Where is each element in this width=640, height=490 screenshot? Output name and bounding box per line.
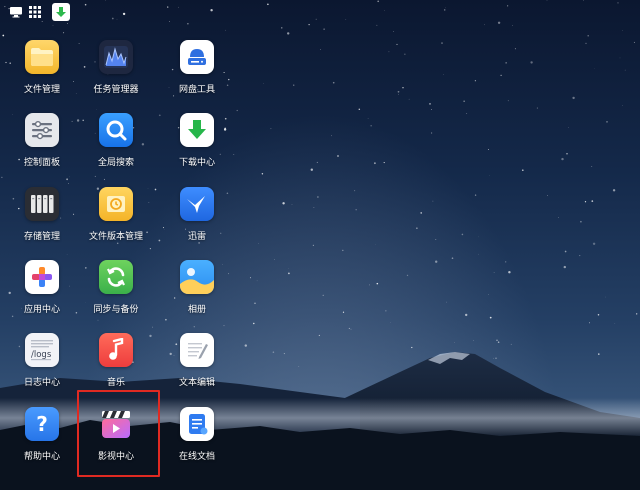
- app-label: 网盘工具: [178, 85, 215, 95]
- app-label: 帮助中心: [23, 452, 60, 462]
- app-label: 在线文档: [178, 452, 215, 462]
- app-label: 应用中心: [23, 305, 60, 315]
- photo-album-icon: [180, 260, 214, 294]
- thunder-bird-icon: [180, 187, 214, 221]
- app-label: 任务管理器: [93, 85, 139, 95]
- app-label: 文件管理: [23, 85, 60, 95]
- monitor-icon: [10, 7, 22, 18]
- highlight-box: [77, 390, 160, 477]
- storage-bays-icon: [25, 187, 59, 221]
- app-sliders[interactable]: 控制面板: [5, 113, 79, 183]
- logs-icon: /logs: [25, 333, 59, 367]
- app-label: 存储管理: [23, 232, 60, 242]
- app-menu-button[interactable]: [26, 3, 44, 21]
- app-app-center[interactable]: 应用中心: [5, 260, 79, 330]
- svg-text:?: ?: [36, 412, 48, 436]
- app-center-icon: [25, 260, 59, 294]
- app-thunder-bird[interactable]: 迅雷: [160, 187, 234, 257]
- app-label: 日志中心: [23, 378, 60, 388]
- app-label: 相册: [187, 305, 206, 315]
- app-cloud-drive[interactable]: 网盘工具: [160, 40, 234, 110]
- app-logs[interactable]: /logs 日志中心: [5, 333, 79, 403]
- folder-icon: [25, 40, 59, 74]
- app-activity-monitor[interactable]: 任务管理器: [79, 40, 153, 110]
- app-folder[interactable]: 文件管理: [5, 40, 79, 110]
- sliders-icon: [25, 113, 59, 147]
- app-download[interactable]: 下载中心: [160, 113, 234, 183]
- download-arrow-icon: [56, 6, 66, 17]
- app-storage-bays[interactable]: 存储管理: [5, 187, 79, 257]
- app-text-editor[interactable]: 文本编辑: [160, 333, 234, 403]
- app-search[interactable]: 全局搜索: [79, 113, 153, 183]
- music-note-icon: [99, 333, 133, 367]
- cloud-drive-icon: [180, 40, 214, 74]
- text-editor-icon: [180, 333, 214, 367]
- sync-icon: [99, 260, 133, 294]
- app-version-history[interactable]: 文件版本管理: [79, 187, 153, 257]
- app-label: 下载中心: [178, 158, 215, 168]
- search-icon: [99, 113, 133, 147]
- app-online-doc[interactable]: 在线文档: [160, 407, 234, 477]
- show-desktop-button[interactable]: [7, 3, 25, 21]
- app-label: 同步与备份: [93, 305, 139, 315]
- app-help[interactable]: ? 帮助中心: [5, 407, 79, 477]
- app-label: 音乐: [106, 378, 125, 388]
- app-sync[interactable]: 同步与备份: [79, 260, 153, 330]
- taskbar: [0, 0, 640, 24]
- version-history-icon: [99, 187, 133, 221]
- activity-monitor-icon: [99, 40, 133, 74]
- download-manager-button[interactable]: [52, 3, 70, 21]
- app-photo-album[interactable]: 相册: [160, 260, 234, 330]
- app-label: 全局搜索: [97, 158, 134, 168]
- svg-text:/logs: /logs: [31, 350, 52, 360]
- help-icon: ?: [25, 407, 59, 441]
- online-doc-icon: [180, 407, 214, 441]
- download-icon: [180, 113, 214, 147]
- app-label: 文本编辑: [178, 378, 215, 388]
- grid-icon: [29, 6, 41, 18]
- app-label: 文件版本管理: [88, 232, 143, 242]
- app-label: 迅雷: [187, 232, 206, 242]
- app-label: 控制面板: [23, 158, 60, 168]
